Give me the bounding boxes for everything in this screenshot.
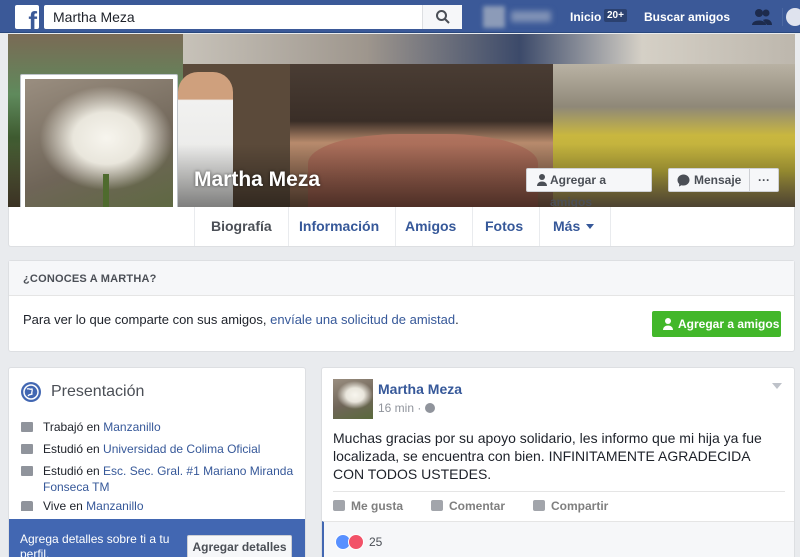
chevron-down-icon: [586, 224, 595, 229]
public-globe-icon: [425, 403, 436, 413]
comment-icon: [431, 500, 443, 511]
add-details-button[interactable]: Agregar detalles: [187, 535, 292, 557]
profile-tab-bar: Biografía Información Amigos Fotos Más: [8, 207, 795, 247]
like-label: Me gusta: [351, 499, 404, 513]
post-timestamp[interactable]: 16 min ·: [378, 401, 436, 415]
add-friend-icon: [537, 174, 547, 186]
tab-label: Amigos: [405, 218, 457, 234]
intro-card: Presentación Trabajó en Manzanillo Estud…: [8, 367, 306, 557]
add-friend-green-button[interactable]: Agregar a amigos: [652, 311, 781, 337]
home-notification-badge: 20+: [604, 9, 627, 22]
search-input[interactable]: Martha Meza: [44, 5, 462, 29]
user-name-blurred[interactable]: [511, 11, 551, 22]
intro-item-prefix: Estudió en: [43, 464, 104, 478]
know-person-title: ¿CONOCES A MARTHA?: [23, 273, 157, 285]
post-timestamp-text: 16 min ·: [378, 401, 422, 415]
post-author-avatar[interactable]: [333, 379, 373, 419]
globe-icon: [21, 382, 41, 402]
know-person-text-after: .: [455, 312, 459, 327]
comment-label: Comentar: [449, 499, 506, 513]
share-icon: [533, 500, 545, 511]
friend-requests-icon[interactable]: [751, 8, 773, 26]
home-icon: [21, 501, 33, 511]
find-friends-link[interactable]: Buscar amigos: [644, 10, 730, 24]
tab-label: Biografía: [211, 218, 272, 234]
top-navigation-bar: f Martha Meza Inicio 20+ Buscar amigos: [0, 0, 800, 33]
tab-timeline[interactable]: Biografía: [194, 207, 289, 246]
intro-item-link[interactable]: Universidad de Colima Oficial: [103, 442, 260, 456]
add-details-label: Agregar detalles: [192, 540, 287, 554]
profile-picture-image: [25, 79, 173, 229]
tab-label: Información: [299, 218, 380, 234]
home-link[interactable]: Inicio: [570, 10, 601, 24]
facebook-logo-icon[interactable]: f: [15, 5, 39, 29]
school-icon: [21, 466, 33, 476]
comment-button[interactable]: Comentar: [431, 499, 505, 513]
cover-photo-top-band: [183, 34, 795, 64]
messages-icon[interactable]: [786, 8, 800, 26]
tab-friends[interactable]: Amigos: [389, 207, 474, 246]
know-person-card: ¿CONOCES A MARTHA? Para ver lo que compa…: [8, 260, 795, 352]
like-button[interactable]: Me gusta: [333, 499, 403, 513]
send-friend-request-link[interactable]: envíale una solicitud de amistad: [270, 312, 455, 327]
share-label: Compartir: [551, 499, 609, 513]
add-friend-button[interactable]: Agregar a amigos: [526, 168, 652, 209]
search-icon: [436, 10, 450, 24]
know-person-header: ¿CONOCES A MARTHA?: [9, 261, 794, 296]
love-reaction-icon[interactable]: [348, 534, 364, 550]
nav-divider: [782, 8, 783, 26]
message-button[interactable]: Mensaje: [668, 168, 750, 192]
intro-title: Presentación: [51, 383, 145, 400]
more-options-label: ···: [758, 173, 770, 187]
briefcase-icon: [21, 422, 33, 432]
intro-item-prefix: Estudió en: [43, 442, 104, 456]
post-action-bar: Me gusta Comentar Compartir: [333, 491, 785, 520]
intro-footer: Agrega detalles sobre ti a tu perfil. Ag…: [9, 519, 305, 557]
post-card: Martha Meza 16 min · Muchas gracias por …: [321, 367, 795, 557]
tab-more[interactable]: Más: [537, 207, 612, 246]
tab-about[interactable]: Información: [283, 207, 397, 246]
thumbs-up-icon: [333, 500, 345, 511]
post-text: Muchas gracias por su apoyo solidario, l…: [333, 430, 762, 482]
post-author-name[interactable]: Martha Meza: [378, 381, 462, 397]
add-friend-green-label: Agregar a amigos: [678, 317, 780, 331]
tab-label: Fotos: [485, 218, 524, 234]
search-input-value: Martha Meza: [53, 9, 135, 25]
reaction-count[interactable]: 25: [369, 535, 382, 549]
post-reactions-bar: 25: [322, 521, 794, 557]
intro-item-prefix: Vive en: [43, 499, 87, 513]
user-avatar[interactable]: [483, 6, 505, 28]
intro-item-link[interactable]: Manzanillo: [103, 420, 160, 434]
intro-footer-text: Agrega detalles sobre ti a tu perfil.: [20, 532, 170, 557]
intro-item-prefix: Trabajó en: [43, 420, 104, 434]
intro-item-link[interactable]: Manzanillo: [86, 499, 143, 513]
search-button[interactable]: [422, 5, 462, 29]
messenger-icon: [677, 174, 690, 187]
chevron-down-icon[interactable]: [772, 383, 782, 389]
tab-label: Más: [553, 218, 581, 234]
share-button[interactable]: Compartir: [533, 499, 608, 513]
know-person-text: Para ver lo que comparte con sus amigos,…: [23, 312, 459, 327]
profile-name[interactable]: Martha Meza: [194, 168, 320, 192]
message-label: Mensaje: [694, 173, 742, 187]
add-friend-icon: [663, 318, 673, 330]
school-icon: [21, 444, 33, 454]
tab-photos[interactable]: Fotos: [469, 207, 541, 246]
know-person-text-before: Para ver lo que comparte con sus amigos,: [23, 312, 271, 327]
more-options-button[interactable]: ···: [749, 168, 779, 192]
